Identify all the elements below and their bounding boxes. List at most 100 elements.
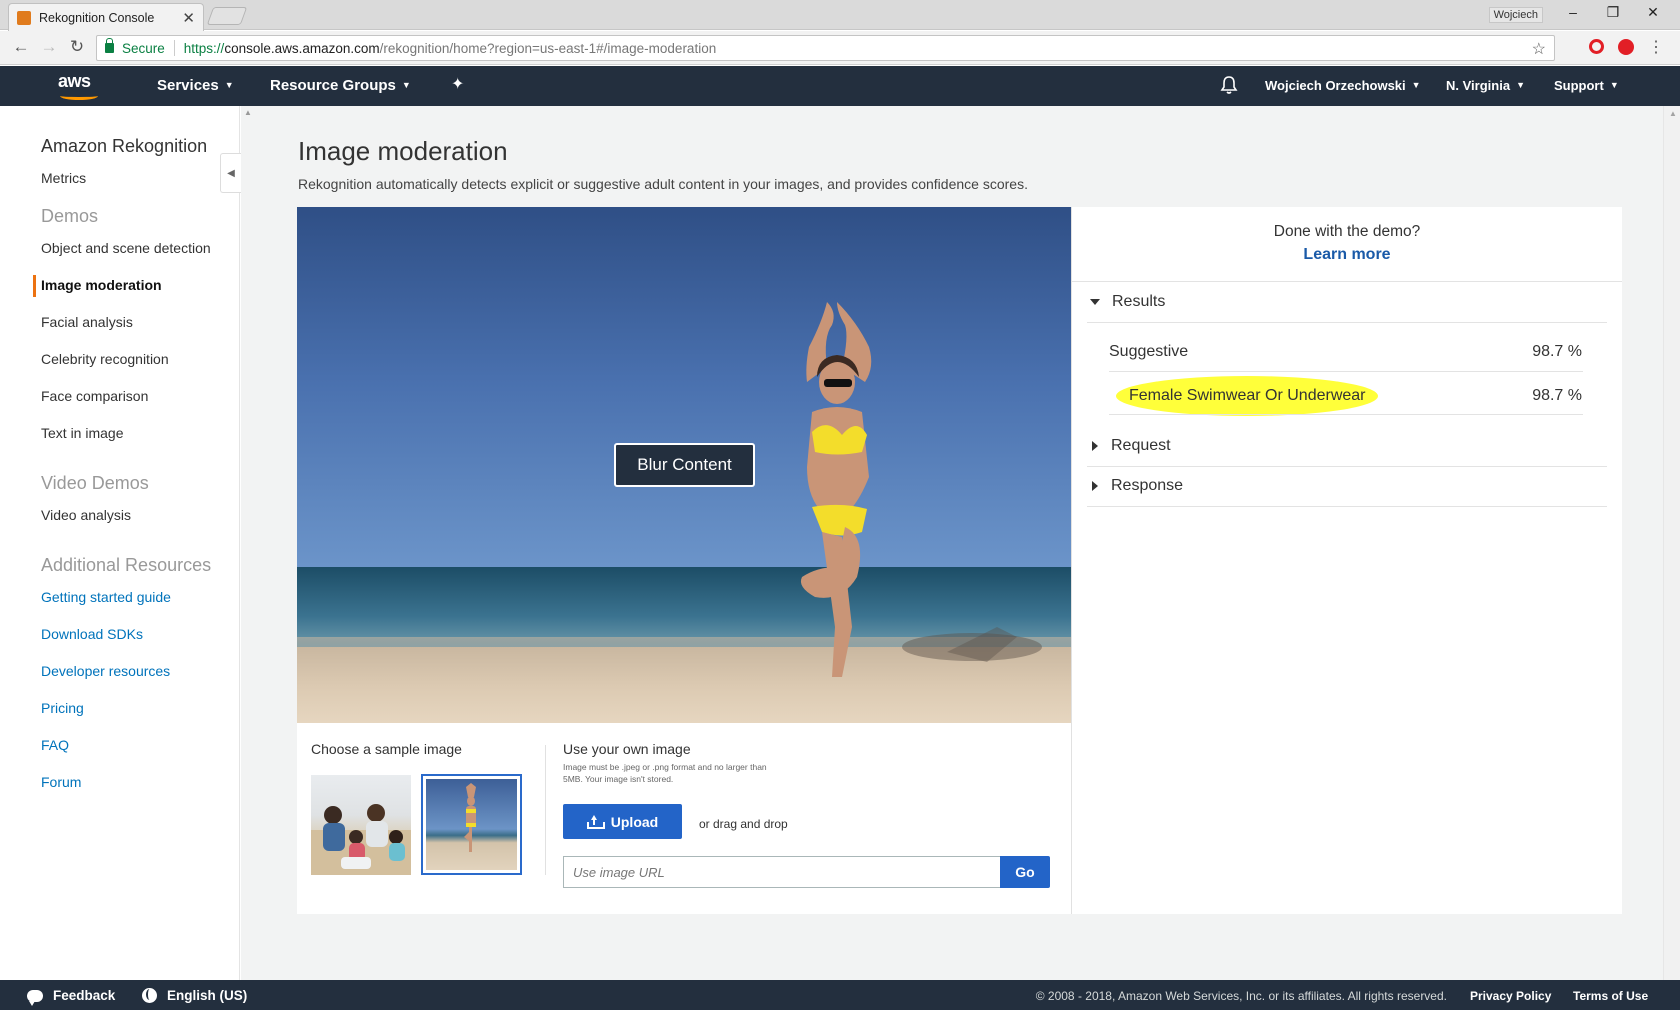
sidebar-item-image-moderation[interactable]: Image moderation <box>41 277 162 293</box>
result-confidence: 98.7 % <box>1532 343 1582 360</box>
services-label: Services <box>157 77 219 94</box>
learn-more-link[interactable]: Learn more <box>1072 246 1622 264</box>
active-indicator <box>33 275 36 297</box>
result-confidence: 98.7 % <box>1532 387 1582 404</box>
upload-icon <box>586 814 605 829</box>
response-divider <box>1087 506 1607 507</box>
sidebar-link-developer-resources[interactable]: Developer resources <box>41 663 170 679</box>
forward-button[interactable]: → <box>38 37 60 57</box>
aws-logo[interactable]: aws <box>58 71 108 101</box>
sidebar <box>0 106 240 980</box>
page-scrollbar[interactable]: ▲ <box>1663 106 1680 980</box>
minimize-button[interactable]: – <box>1558 4 1588 20</box>
browser-menu-icon[interactable]: ⋮ <box>1648 37 1664 57</box>
panel-divider <box>1072 281 1622 282</box>
sample-image-beach-selected[interactable] <box>421 774 522 875</box>
browser-tab[interactable]: Rekognition Console ✕ <box>8 3 204 31</box>
privacy-policy-link[interactable]: Privacy Policy <box>1470 989 1551 1003</box>
request-section-toggle[interactable]: Request <box>1089 437 1171 455</box>
url-host: console.aws.amazon.com <box>224 40 380 56</box>
region-name: N. Virginia <box>1446 78 1511 93</box>
user-menu[interactable]: Wojciech Orzechowski ▼ <box>1265 78 1421 93</box>
back-button[interactable]: ← <box>10 37 32 57</box>
pin-icon[interactable]: ✦ <box>451 74 464 94</box>
image-url-input[interactable]: Use image URL <box>563 856 1001 888</box>
results-panel-divider <box>1071 207 1072 914</box>
window-close-button[interactable]: ✕ <box>1638 4 1668 21</box>
sample-image-label: Choose a sample image <box>311 741 462 757</box>
region-menu[interactable]: N. Virginia ▼ <box>1446 78 1525 93</box>
result-row-divider <box>1109 414 1583 415</box>
caret-right-icon <box>1092 481 1098 491</box>
sidebar-item-object-scene[interactable]: Object and scene detection <box>41 240 211 256</box>
opera-extension-icon[interactable] <box>1589 39 1604 54</box>
sidebar-heading-demos: Demos <box>41 206 99 226</box>
sidebar-item-video-analysis[interactable]: Video analysis <box>41 507 131 523</box>
result-label: Suggestive <box>1109 343 1189 360</box>
response-section-toggle[interactable]: Response <box>1089 477 1183 495</box>
beach-thumbnail <box>426 779 517 870</box>
bookmark-star-icon[interactable]: ☆ <box>1532 39 1546 59</box>
sidebar-link-forum[interactable]: Forum <box>41 774 81 790</box>
language-label: English (US) <box>167 988 248 1003</box>
address-bar[interactable]: Secure https://console.aws.amazon.com/re… <box>96 35 1555 61</box>
blur-content-button[interactable]: Blur Content <box>614 443 755 487</box>
chevron-down-icon: ▼ <box>1609 80 1619 90</box>
sidebar-item-metrics[interactable]: Metrics <box>41 170 86 186</box>
bell-icon[interactable] <box>1220 75 1238 95</box>
collapse-sidebar-button[interactable]: ◀ <box>220 153 241 193</box>
sample-image-family[interactable] <box>311 775 411 875</box>
reload-button[interactable]: ↻ <box>66 37 88 57</box>
sidebar-item-text-in-image[interactable]: Text in image <box>41 425 123 441</box>
sidebar-item-face-comparison[interactable]: Face comparison <box>41 388 148 404</box>
window-user-badge[interactable]: Wojciech <box>1488 7 1543 23</box>
response-heading: Response <box>1111 477 1184 494</box>
done-with-demo-text: Done with the demo? <box>1273 223 1421 240</box>
resource-groups-menu[interactable]: Resource Groups ▼ <box>270 77 411 94</box>
resource-groups-label: Resource Groups <box>270 77 396 94</box>
sidebar-link-faq[interactable]: FAQ <box>41 737 69 753</box>
caret-right-icon <box>1092 441 1098 451</box>
own-image-label: Use your own image <box>563 741 691 757</box>
go-button[interactable]: Go <box>1000 856 1050 888</box>
results-heading: Results <box>1112 293 1166 310</box>
sidebar-title[interactable]: Amazon Rekognition <box>41 136 207 157</box>
beach-thumbnail-figure <box>464 783 476 852</box>
upload-button[interactable]: Upload <box>563 804 682 839</box>
aws-logo-text: aws <box>58 71 91 91</box>
feedback-button[interactable]: Feedback <box>27 988 116 1006</box>
restore-button[interactable]: ❐ <box>1598 4 1628 21</box>
caret-down-icon <box>1090 299 1100 305</box>
sidebar-link-download-sdks[interactable]: Download SDKs <box>41 626 143 642</box>
support-menu[interactable]: Support ▼ <box>1554 78 1619 93</box>
terms-of-use-link[interactable]: Terms of Use <box>1573 989 1648 1003</box>
tab-close-icon[interactable]: ✕ <box>182 9 195 27</box>
globe-icon <box>142 988 157 1003</box>
results-divider <box>1087 322 1607 323</box>
secure-label: Secure <box>122 40 165 56</box>
sidebar-link-getting-started[interactable]: Getting started guide <box>41 589 171 605</box>
services-menu[interactable]: Services ▼ <box>157 77 234 94</box>
results-section-toggle[interactable]: Results <box>1089 293 1165 311</box>
support-label: Support <box>1554 78 1604 93</box>
result-row-divider <box>1109 371 1583 372</box>
sidebar-item-celebrity[interactable]: Celebrity recognition <box>41 351 169 367</box>
chevron-down-icon: ▼ <box>224 80 234 90</box>
feedback-label: Feedback <box>53 988 116 1003</box>
adblock-extension-icon[interactable] <box>1618 39 1634 55</box>
tab-title: Rekognition Console <box>39 10 155 25</box>
omnibox-separator <box>173 40 175 56</box>
scroll-up-icon[interactable]: ▲ <box>1669 109 1677 118</box>
sidebar-heading-video: Video Demos <box>41 473 149 493</box>
sidebar-heading-resources: Additional Resources <box>41 555 212 575</box>
chat-bubble-icon <box>27 989 43 1006</box>
sidebar-link-pricing[interactable]: Pricing <box>41 700 84 716</box>
drag-drop-text: or drag and drop <box>699 817 788 831</box>
sidebar-item-facial-analysis[interactable]: Facial analysis <box>41 314 133 330</box>
request-divider <box>1087 466 1607 467</box>
user-name: Wojciech Orzechowski <box>1265 78 1406 93</box>
language-selector[interactable]: English (US) <box>142 988 247 1003</box>
new-tab-button[interactable] <box>206 7 248 25</box>
sidebar-scroll-up-icon[interactable]: ▲ <box>244 108 252 117</box>
aws-smile-icon <box>60 92 98 100</box>
